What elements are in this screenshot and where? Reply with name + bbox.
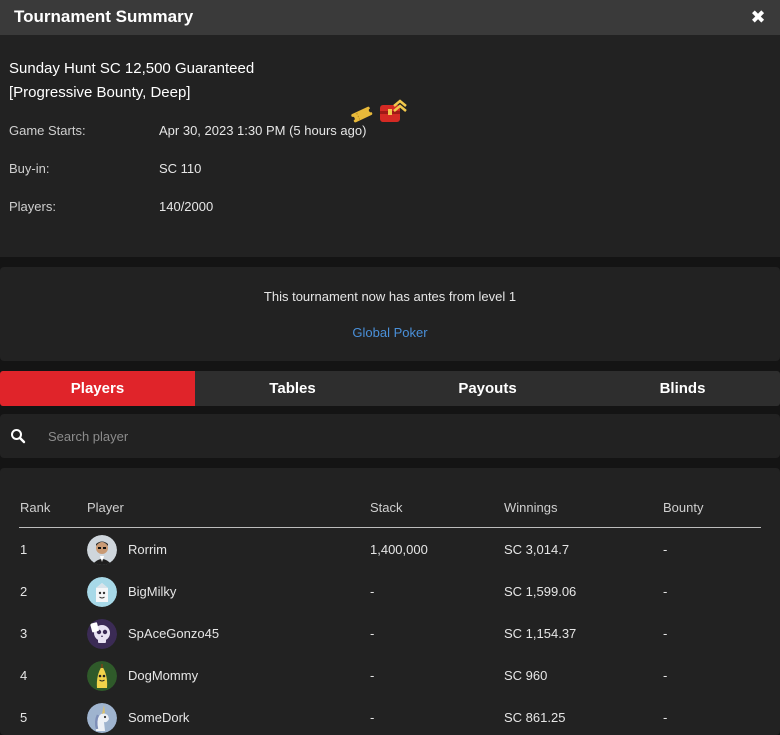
title-bar: Tournament Summary ✖	[0, 0, 780, 35]
tournament-name-line1: Sunday Hunt SC 12,500 Guaranteed	[9, 60, 255, 77]
window-title: Tournament Summary	[14, 7, 194, 26]
tournament-badges	[350, 97, 410, 125]
winnings-cell: SC 861.25	[504, 710, 566, 725]
progressive-bounty-icon	[380, 99, 407, 122]
player-name: DogMommy	[128, 668, 199, 683]
close-icon[interactable]: ✖	[750, 8, 766, 26]
banana-avatar	[87, 661, 117, 691]
player-name: SpAceGonzo45	[128, 626, 220, 641]
table-row[interactable]: 1 Rorrim 1,400,000 SC 3,014.7 -	[19, 529, 761, 571]
rank-cell: 5	[20, 710, 28, 725]
table-row[interactable]: 5 SomeDork - SC 861.25 -	[19, 697, 761, 735]
tournament-name: Sunday Hunt SC 12,500 Guaranteed [Progre…	[9, 57, 254, 105]
tab-tables[interactable]: Tables	[195, 371, 390, 406]
info-value: SC 110	[159, 161, 202, 176]
stack-cell: 1,400,000	[370, 542, 428, 557]
bounty-cell: -	[663, 542, 668, 557]
tab-bar: Players Tables Payouts Blinds	[0, 371, 780, 406]
header-bounty[interactable]: Bounty	[663, 500, 703, 515]
search-icon	[11, 429, 26, 444]
rank-cell: 4	[20, 668, 28, 683]
search-player-input[interactable]	[40, 422, 740, 450]
unicorn-avatar	[87, 703, 117, 733]
stack-cell: -	[370, 584, 375, 599]
tab-blinds[interactable]: Blinds	[585, 371, 780, 406]
info-label: Players:	[9, 199, 56, 214]
tournament-name-line2: [Progressive Bounty, Deep]	[9, 84, 191, 101]
bounty-cell: -	[663, 710, 668, 725]
skull-ace-avatar	[87, 619, 117, 649]
bounty-cell: -	[663, 626, 668, 641]
rank-cell: 1	[20, 542, 28, 557]
rank-cell: 2	[20, 584, 28, 599]
stack-cell: -	[370, 626, 375, 641]
info-label: Game Starts:	[9, 123, 86, 138]
table-header: Rank Player Stack Winnings Bounty	[19, 500, 761, 528]
bounty-cell: -	[663, 668, 668, 683]
tab-players[interactable]: Players	[0, 371, 195, 406]
man-in-suit-avatar	[87, 535, 117, 565]
search-bar	[0, 414, 780, 458]
player-name: Rorrim	[128, 542, 167, 557]
players-table: Rank Player Stack Winnings Bounty 1 Rorr…	[0, 468, 780, 735]
winnings-cell: SC 960	[504, 668, 548, 683]
header-player[interactable]: Player	[87, 500, 124, 515]
bounty-cell: -	[663, 584, 668, 599]
header-rank[interactable]: Rank	[20, 500, 50, 515]
ticket-icon	[350, 106, 373, 123]
header-winnings[interactable]: Winnings	[504, 500, 557, 515]
notice-text: This tournament now has antes from level…	[263, 289, 517, 304]
player-name: SomeDork	[128, 710, 190, 725]
table-row[interactable]: 4 DogMommy - SC 960 -	[19, 655, 761, 697]
info-value: Apr 30, 2023 1:30 PM (5 hours ago)	[159, 123, 367, 138]
stack-cell: -	[370, 668, 375, 683]
info-value: 140/2000	[159, 199, 214, 214]
notice-panel: This tournament now has antes from level…	[0, 267, 780, 361]
winnings-cell: SC 3,014.7	[504, 542, 570, 557]
tab-payouts[interactable]: Payouts	[390, 371, 585, 406]
winnings-cell: SC 1,599.06	[504, 584, 577, 599]
tournament-info-panel: Sunday Hunt SC 12,500 Guaranteed [Progre…	[0, 35, 780, 257]
winnings-cell: SC 1,154.37	[504, 626, 577, 641]
table-row[interactable]: 2 BigMilky - SC 1,599.06 -	[19, 571, 761, 613]
rank-cell: 3	[20, 626, 28, 641]
global-poker-link[interactable]: Global Poker	[0, 325, 780, 340]
player-name: BigMilky	[128, 584, 177, 599]
stack-cell: -	[370, 710, 375, 725]
milk-carton-avatar	[87, 577, 117, 607]
table-row[interactable]: 3 SpAceGonzo45 - SC 1,154.37 -	[19, 613, 761, 655]
info-label: Buy-in:	[9, 161, 50, 176]
header-stack[interactable]: Stack	[370, 500, 403, 515]
